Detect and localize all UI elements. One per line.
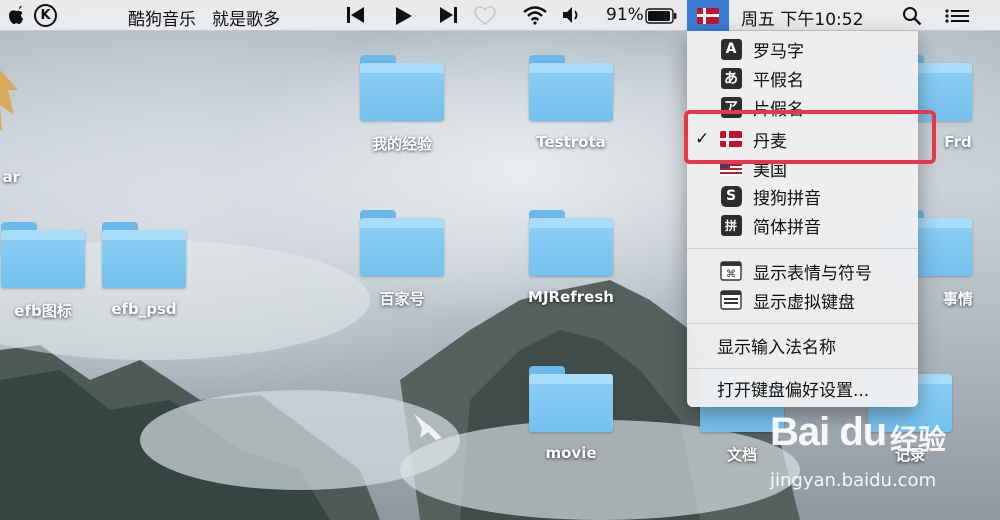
input-source-flag-icon xyxy=(697,7,719,24)
prev-track-icon[interactable] xyxy=(346,6,366,24)
desktop-item-label: 百家号 xyxy=(379,290,425,308)
heart-icon[interactable] xyxy=(474,6,496,26)
desktop-item[interactable]: Testrota xyxy=(511,55,631,151)
emoji-viewer-icon: ⌘ xyxy=(720,261,742,281)
desktop-item-label: Testrota xyxy=(536,133,606,151)
clock[interactable]: 周五 下午10:52 xyxy=(741,5,863,30)
menu-item-show-input-name[interactable]: 显示输入法名称 xyxy=(687,331,918,359)
menu-bar: K 酷狗音乐 就是歌多 91% 周五 下午10:52 xyxy=(0,0,1000,31)
folder-icon xyxy=(360,55,444,121)
menu-item-label: 搜狗拼音 xyxy=(753,188,821,209)
volume-icon[interactable] xyxy=(562,6,584,24)
hiragana-icon: あ xyxy=(720,67,742,89)
menu-separator xyxy=(687,323,918,324)
pinyin-icon: 拼 xyxy=(720,214,742,236)
keyboard-viewer-icon xyxy=(720,290,742,310)
folder-icon xyxy=(529,366,613,432)
watermark-url: jingyan.baidu.com xyxy=(770,470,937,491)
desktop-item[interactable]: ar xyxy=(0,60,60,186)
wifi-icon[interactable] xyxy=(522,5,548,25)
sogou-icon: S xyxy=(720,185,742,207)
input-source-button[interactable] xyxy=(687,0,729,31)
kugou-icon[interactable]: K xyxy=(34,4,57,27)
menu-item-label: 罗马字 xyxy=(753,41,804,62)
menu-item-sogou[interactable]: S 搜狗拼音 xyxy=(687,182,918,210)
menu-item-show-keyboard[interactable]: 显示虚拟键盘 xyxy=(687,286,918,314)
menu-item-open-keyboard-prefs[interactable]: 打开键盘偏好设置... xyxy=(687,374,918,402)
annotation-highlight-box xyxy=(684,110,936,164)
menu-item-label: 显示输入法名称 xyxy=(717,337,836,358)
next-track-icon[interactable] xyxy=(438,6,458,24)
folder-icon xyxy=(102,222,186,288)
menu-item-label: 显示虚拟键盘 xyxy=(753,292,855,313)
desktop-item[interactable]: movie xyxy=(511,366,631,462)
app-icon xyxy=(0,70,18,130)
watermark-jingyan: 经验 xyxy=(890,423,947,456)
input-source-menu: A 罗马字 あ 平假名 ア 片假名 ✓ 丹麦 美国 S 搜狗拼音 拼 简体拼音 xyxy=(687,31,918,407)
watermark-brand: Bai du xyxy=(770,410,887,454)
baidu-watermark: Bai du 经验 jingyan.baidu.com xyxy=(770,410,946,491)
romaji-icon: A xyxy=(720,38,742,60)
menu-item-hiragana[interactable]: あ 平假名 xyxy=(687,64,918,92)
desktop-item[interactable]: efb_psd xyxy=(84,222,204,318)
menu-item-label: 显示表情与符号 xyxy=(753,263,872,284)
play-icon[interactable] xyxy=(394,6,414,26)
bird-icon xyxy=(414,414,442,440)
menu-item-romaji[interactable]: A 罗马字 xyxy=(687,35,918,63)
battery-icon[interactable] xyxy=(645,8,677,24)
menu-item-show-emoji[interactable]: ⌘ 显示表情与符号 xyxy=(687,257,918,285)
menu-item-label: 打开键盘偏好设置... xyxy=(717,380,870,401)
menu-separator xyxy=(687,368,918,369)
song-title[interactable]: 就是歌多 xyxy=(212,5,280,30)
desktop-item[interactable]: MJRefresh xyxy=(511,210,631,306)
desktop-item-label: efb_psd xyxy=(111,300,177,318)
desktop-item-label: movie xyxy=(545,444,597,462)
battery-percent: 91% xyxy=(606,5,644,25)
folder-icon xyxy=(360,210,444,276)
desktop-item-label: MJRefresh xyxy=(528,288,614,306)
menu-separator xyxy=(687,248,918,249)
folder-icon xyxy=(529,55,613,121)
menu-item-label: 简体拼音 xyxy=(753,217,821,238)
search-icon[interactable] xyxy=(902,6,922,26)
desktop-item[interactable]: 我的经验 xyxy=(342,55,462,154)
app-name[interactable]: 酷狗音乐 xyxy=(128,5,196,30)
menu-item-label: 平假名 xyxy=(753,70,804,91)
folder-icon xyxy=(1,222,85,288)
svg-text:⌘: ⌘ xyxy=(726,269,736,280)
list-icon[interactable] xyxy=(945,9,969,23)
desktop-item[interactable]: 百家号 xyxy=(342,210,462,309)
desktop-item-label: ar xyxy=(2,168,20,186)
desktop-item-label: 我的经验 xyxy=(371,135,432,153)
folder-icon xyxy=(529,210,613,276)
menu-item-pinyin[interactable]: 拼 简体拼音 xyxy=(687,211,918,239)
apple-icon[interactable] xyxy=(8,5,24,25)
